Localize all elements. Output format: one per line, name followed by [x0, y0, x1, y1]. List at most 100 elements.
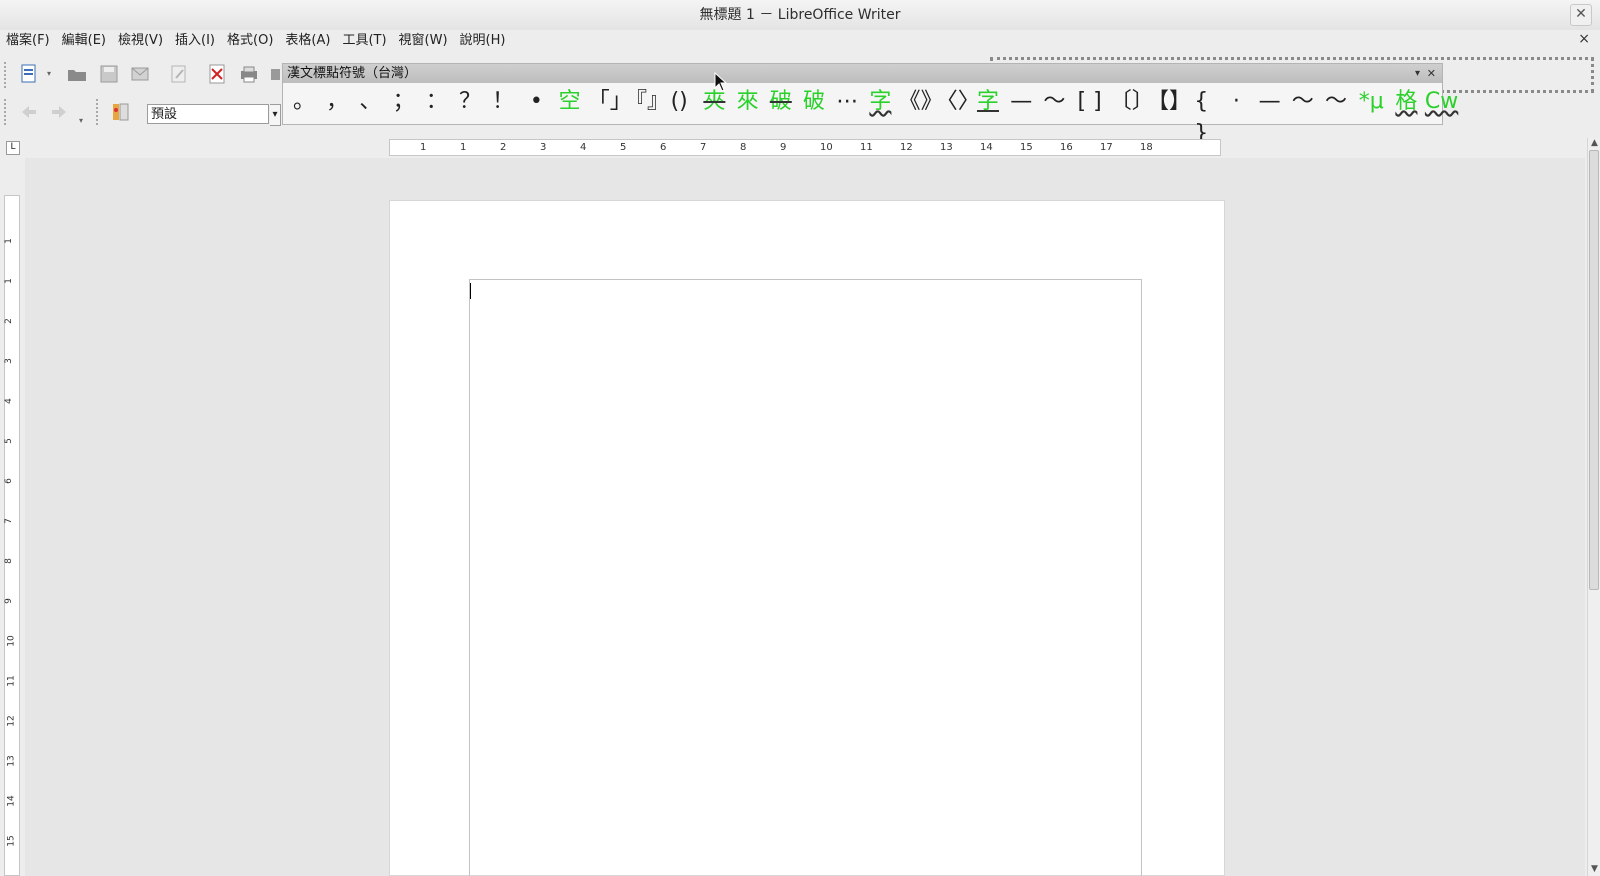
toolbar-menu-icon[interactable]: ▾ — [1415, 64, 1420, 83]
punctuation-symbol-button[interactable]: 〔〕 — [1110, 86, 1154, 118]
punctuation-symbol-button[interactable]: ～ — [1039, 86, 1069, 118]
punctuation-toolbar-title: 漢文標點符號（台灣） — [287, 66, 418, 81]
email-icon[interactable] — [129, 63, 151, 85]
menu-format[interactable]: 格式(O) — [221, 30, 279, 52]
ruler-tick-label: 3 — [3, 358, 14, 364]
toolbar-grip[interactable] — [4, 99, 12, 125]
styles-formatting-icon[interactable] — [110, 101, 132, 123]
window-title: 無標題 1 － LibreOffice Writer — [699, 7, 901, 23]
punctuation-symbol-button[interactable]: 空 — [555, 86, 585, 118]
menu-tools[interactable]: 工具(T) — [336, 30, 392, 52]
punctuation-symbol-button[interactable]: 破 — [799, 86, 829, 118]
scroll-up-icon[interactable]: ▲ — [1588, 138, 1600, 148]
ruler-tick-label: 7 — [700, 142, 707, 153]
ruler-tick-label: 17 — [1100, 142, 1113, 153]
export-pdf-icon[interactable] — [206, 63, 228, 85]
punctuation-symbol-button[interactable]: 、 — [355, 86, 385, 118]
punctuation-symbol-button[interactable]: 【】 — [1147, 86, 1191, 118]
ruler-tick-label: 8 — [740, 142, 747, 153]
tab-stop-selector[interactable]: L — [6, 141, 20, 155]
punctuation-symbol-button[interactable]: Cw — [1425, 86, 1459, 118]
punctuation-symbol-button[interactable]: 來 — [733, 86, 763, 118]
punctuation-symbol-button[interactable]: 「」 — [588, 86, 632, 118]
new-document-icon[interactable] — [18, 63, 40, 85]
ruler-tick-label: 12 — [6, 715, 17, 727]
punctuation-symbol-button[interactable]: ～ — [1321, 86, 1351, 118]
menu-insert[interactable]: 插入(I) — [169, 30, 221, 52]
menubar: 檔案(F) 編輯(E) 檢視(V) 插入(I) 格式(O) 表格(A) 工具(T) 視窗(W)… — [0, 30, 1600, 54]
punctuation-symbol-button[interactable]: [ ] — [1073, 86, 1107, 118]
punctuation-symbol-button[interactable]: *μ — [1354, 86, 1388, 118]
ruler-tick-label: 18 — [1140, 142, 1153, 153]
punctuation-symbol-button[interactable]: 。 — [289, 86, 319, 118]
toolbar-grip[interactable] — [96, 99, 104, 125]
toolbar-overflow-icon[interactable]: ▾ — [76, 116, 86, 126]
punctuation-symbol-button[interactable]: · — [1221, 86, 1251, 118]
paragraph-style-dropdown-icon[interactable]: ▾ — [270, 104, 281, 126]
punctuation-symbol-button[interactable]: () — [662, 86, 696, 118]
open-folder-icon[interactable] — [66, 63, 88, 85]
ruler-tick-label: 15 — [6, 835, 17, 847]
print-icon[interactable] — [238, 63, 260, 85]
document-close-icon[interactable]: × — [1578, 31, 1590, 47]
ruler-tick-label: 7 — [3, 518, 14, 524]
punctuation-symbol-button[interactable]: 字 — [973, 86, 1003, 118]
ruler-tick-label: 4 — [3, 398, 14, 404]
punctuation-symbol-button[interactable]: ～ — [1288, 86, 1318, 118]
menu-edit[interactable]: 編輯(E) — [56, 30, 112, 52]
new-dropdown-icon[interactable]: ▾ — [44, 63, 54, 85]
punctuation-symbol-button[interactable]: { } — [1184, 86, 1218, 146]
punctuation-symbol-button[interactable]: 〈〉 — [936, 86, 980, 118]
toolbar-close-icon[interactable]: ✕ — [1427, 64, 1436, 83]
punctuation-symbol-button[interactable]: ？ — [455, 86, 485, 118]
punctuation-symbol-button[interactable]: ！ — [488, 86, 518, 118]
window-titlebar: 無標題 1 － LibreOffice Writer ✕ — [0, 0, 1600, 31]
ruler-tick-label: 11 — [860, 142, 873, 153]
punctuation-symbol-button[interactable]: 『』 — [625, 86, 669, 118]
punctuation-symbol-button[interactable]: ， — [322, 86, 352, 118]
punctuation-symbol-button[interactable]: 破 — [766, 86, 796, 118]
punctuation-toolbar-titlebar[interactable]: 漢文標點符號（台灣） ▾ ✕ — [283, 64, 1442, 83]
menu-view[interactable]: 檢視(V) — [112, 30, 169, 52]
punctuation-symbol-button[interactable]: ⋯ — [832, 86, 862, 118]
horizontal-ruler[interactable]: 1 1 2 3 4 5 6 7 8 9 10 11 12 13 14 15 16 17 18 — [389, 139, 1221, 156]
menu-help[interactable]: 說明(H) — [454, 30, 512, 52]
forward-arrow-icon[interactable] — [48, 101, 70, 123]
ruler-tick-label: 11 — [6, 675, 17, 687]
vertical-ruler[interactable]: 1 1 2 3 4 5 6 7 8 9 10 11 12 13 14 15 — [4, 195, 20, 876]
save-icon[interactable] — [98, 63, 120, 85]
ruler-tick-label: 6 — [3, 478, 14, 484]
punctuation-symbol-button[interactable]: 《》 — [899, 86, 943, 118]
punctuation-symbol-button[interactable]: — — [1255, 86, 1285, 118]
ruler-tick-label: 1 — [420, 142, 427, 153]
punctuation-symbol-button[interactable]: — — [1006, 86, 1036, 118]
ruler-tick-label: 14 — [980, 142, 993, 153]
menu-file[interactable]: 檔案(F) — [0, 30, 56, 52]
back-arrow-icon[interactable] — [18, 101, 40, 123]
punctuation-symbol-button[interactable]: 格 — [1391, 86, 1421, 118]
ruler-tick-label: 9 — [780, 142, 787, 153]
edit-mode-icon[interactable] — [168, 63, 190, 85]
toolbar-grip[interactable] — [4, 62, 12, 88]
print-preview-icon[interactable] — [270, 63, 280, 85]
ruler-tick-label: 16 — [1060, 142, 1073, 153]
window-close-button[interactable]: ✕ — [1570, 4, 1592, 26]
punctuation-symbol-button[interactable]: ； — [389, 86, 419, 118]
ruler-tick-label: 14 — [6, 795, 17, 807]
paragraph-style-input[interactable]: 預設 — [147, 104, 269, 124]
ruler-tick-label: 3 — [540, 142, 547, 153]
scroll-down-icon[interactable]: ▼ — [1588, 864, 1600, 874]
ruler-tick-label: 8 — [3, 558, 14, 564]
ruler-tick-label: 10 — [6, 635, 17, 647]
punctuation-symbols-row: 。，、；：？！ • 空「」 『』() 夾來破破 ⋯ 字《》 〈〉字 — ～[ ] 〔〕 【】{ } · —… — [283, 83, 1458, 146]
ruler-tick-label: 9 — [3, 598, 14, 604]
menu-table[interactable]: 表格(A) — [279, 30, 336, 52]
punctuation-symbol-button[interactable]: 字 — [865, 86, 895, 118]
scrollbar-thumb[interactable] — [1589, 150, 1599, 590]
punctuation-symbol-button[interactable]: • — [521, 86, 551, 118]
text-body-area[interactable] — [469, 279, 1142, 876]
punctuation-symbol-button[interactable]: ： — [422, 86, 452, 118]
menu-window[interactable]: 視窗(W) — [393, 30, 454, 52]
vertical-scrollbar[interactable]: ▲ ▼ — [1587, 138, 1600, 876]
ruler-tick-label: 1 — [460, 142, 467, 153]
